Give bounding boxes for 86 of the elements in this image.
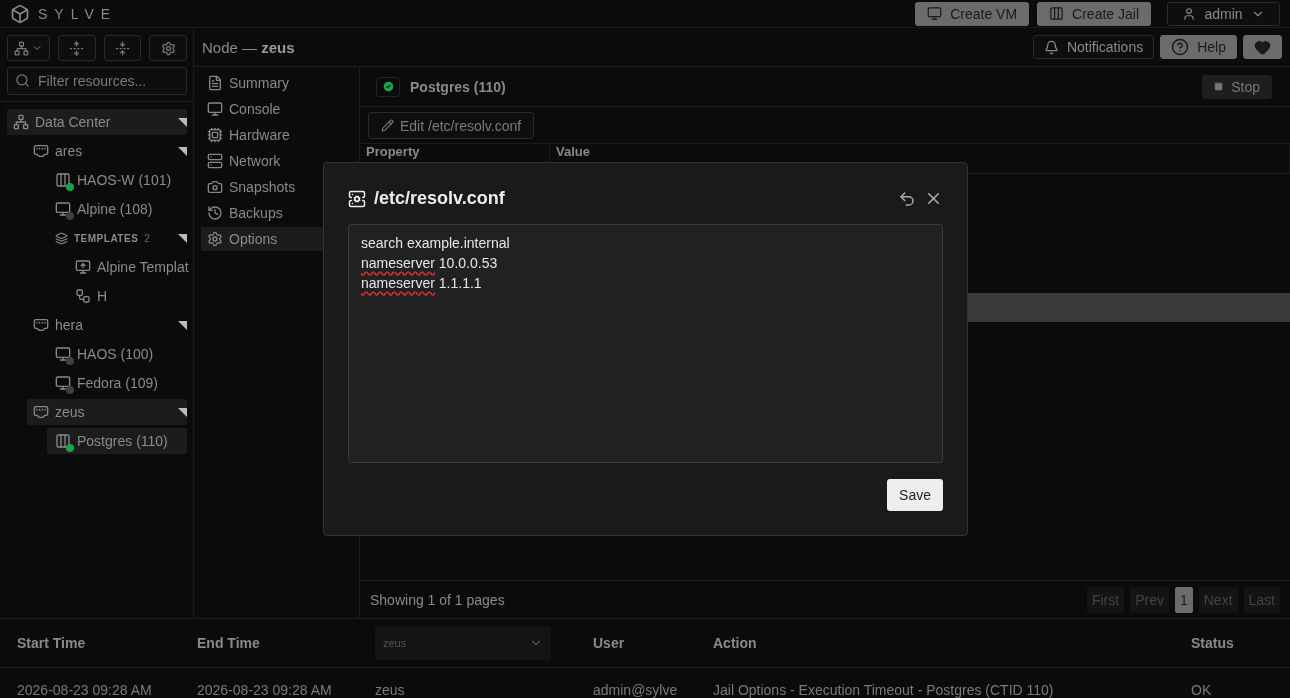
page-info: Showing 1 of 1 pages [370,591,506,608]
nav-item[interactable]: Hardware [201,123,359,147]
expand-button[interactable] [58,35,96,61]
tree-item[interactable]: HAOS (100) [47,341,187,367]
tree-item[interactable]: Fedora (109) [47,370,187,396]
column-header: Status [1191,635,1235,651]
monitor-icon [55,201,71,217]
layers-icon [55,231,68,245]
collapse-button[interactable] [103,35,142,61]
save-button[interactable]: Save [887,479,943,511]
camera-icon [207,179,223,195]
tree-item[interactable]: zeus [27,399,187,425]
nav-item[interactable]: Backups [201,201,359,225]
expand-triangle-icon[interactable] [178,117,187,127]
brand-name: SYLVE [38,5,119,22]
tree-item[interactable]: Alpine (108) [47,196,187,222]
expand-triangle-icon[interactable] [178,233,187,243]
settings-button[interactable] [149,35,187,61]
jail-icon [55,172,71,188]
nav-item[interactable]: Console [201,97,359,121]
settings-icon [160,40,176,56]
tree-item[interactable]: Data Center [7,109,187,135]
stop-icon [1214,82,1224,91]
tree-item[interactable]: ares [27,138,187,164]
tree-item[interactable]: hera [27,312,187,338]
jail-icon [55,433,71,449]
nav-item[interactable]: Snapshots [201,175,359,199]
page-button[interactable]: 1 [1174,586,1193,613]
jail-icon [1049,6,1065,21]
edit-button[interactable]: Edit /etc/resolv.conf [368,112,535,139]
heart-icon [1254,38,1271,56]
help-icon [1171,38,1190,56]
expand-triangle-icon[interactable] [178,320,187,330]
view-switch-button[interactable] [7,35,50,61]
tree-item[interactable]: Alpine Templat [67,254,187,280]
stop-button[interactable]: Stop [1202,74,1272,99]
create-jail-button[interactable]: Create Jail [1037,1,1151,26]
collapse-icon [115,40,130,56]
monitor-icon [927,6,943,21]
pencil-icon [381,119,394,132]
table-cell-text: zeus [375,681,406,698]
document-icon [207,75,223,91]
table-cell-text: Jail Options - Execution Timeout - Postgres (CTID 110) [713,681,1055,698]
undo-icon [898,189,916,208]
column-header: User [593,635,626,651]
expand-icon [69,40,85,56]
network-icon [14,40,29,56]
user-icon [1182,6,1197,21]
create-vm-button[interactable]: Create VM [915,1,1030,26]
node-title: Node — zeus [202,38,296,56]
reset-button[interactable] [898,189,916,208]
table-cell-text: 2026-08-23 09:28 AM [17,681,153,698]
workflow-icon [75,288,91,304]
chip-icon [207,127,223,143]
expand-triangle-icon[interactable] [178,146,187,156]
tree-item[interactable]: TEMPLATES 2 [47,225,187,251]
filter-field[interactable]: Filter resources... [7,67,187,95]
history-icon [207,205,223,221]
table-cell-text: admin@sylve [593,681,679,698]
user-menu[interactable]: admin [1167,1,1280,26]
search-icon [15,73,30,88]
tree-item[interactable]: HAOS-W (101) [47,167,187,193]
settings-icon [207,231,223,247]
notifications-button[interactable]: Notifications [1032,35,1155,59]
tree-item[interactable]: H [67,283,187,309]
nav-item[interactable]: Network [201,149,359,173]
monitor-icon [55,375,71,391]
column-header: Start Time [17,635,87,651]
monitor-icon [55,346,71,362]
dialog-title: /etc/resolv.conf [374,188,506,210]
container-name: Postgres (110) [410,78,507,95]
expand-triangle-icon[interactable] [178,407,187,417]
monitor-icon [75,259,91,275]
table-cell-text: OK [1191,681,1213,698]
favorite-button[interactable] [1243,35,1282,59]
tree-item[interactable]: Postgres (110) [47,428,187,454]
network-icon [13,114,29,130]
text-editor[interactable]: search example.internal nameserver 10.0.0.53 nameserver 1.1.1.1 [348,223,943,463]
table-cell-text: 2026-08-23 09:28 AM [197,681,333,698]
bell-icon [1043,39,1059,55]
monitor-icon [207,101,223,117]
column-header: End Time [197,635,261,651]
nav-item[interactable]: Summary [201,71,359,95]
column-header: Action [713,635,758,651]
cube-logo-icon [10,3,30,24]
help-button[interactable]: Help [1160,35,1237,59]
